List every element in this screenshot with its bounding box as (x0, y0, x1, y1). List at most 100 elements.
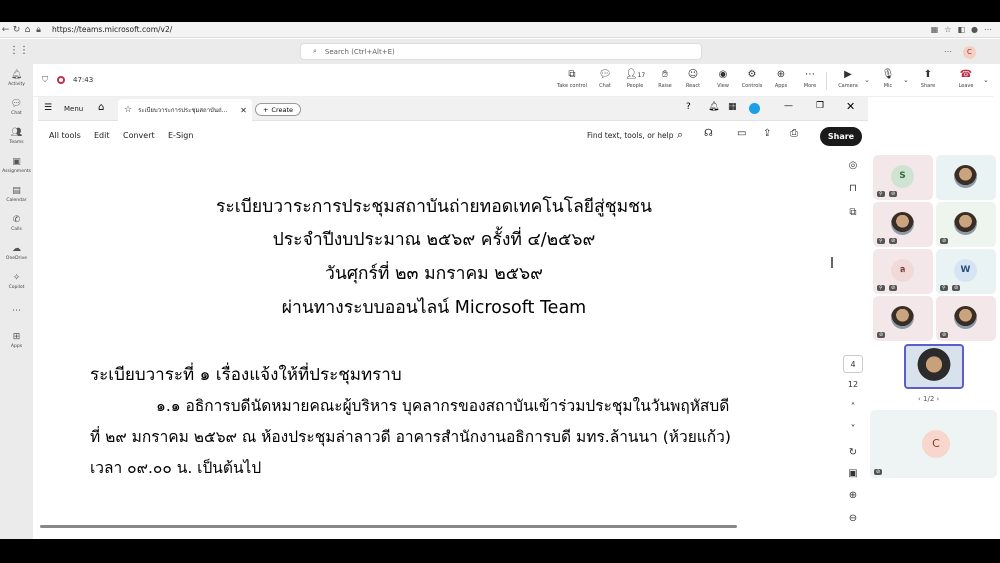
body-line-1: ๑.๑ อธิการบดีนัดหมายคณะผู้บริหาร บุคลากร… (156, 397, 730, 415)
shield-icon: ⛉ (42, 75, 48, 84)
browser-more-icon[interactable]: ⋯ (984, 25, 992, 34)
chevron-left-icon[interactable]: ‹ (918, 395, 921, 403)
favorite-star-icon[interactable]: ☆ (944, 25, 951, 34)
bookmark-icon[interactable]: ⊓ (838, 183, 868, 194)
participant-tile[interactable]: S ⚲ ⊘ (873, 155, 933, 200)
address-bar[interactable]: https://teams.microsoft.com/v2/ (52, 25, 172, 34)
vertical-scrollbar[interactable] (830, 150, 838, 537)
participant-initial: S (891, 165, 914, 188)
convert-menu[interactable]: Convert (123, 131, 155, 140)
participant-tile[interactable]: ⊘ (936, 296, 996, 341)
rail-more[interactable]: ⋯ (0, 306, 33, 318)
hamburger-icon[interactable]: ☰ (44, 103, 52, 113)
rail-activity[interactable]: 🔔︎ Activity (0, 70, 33, 87)
participant-tile[interactable]: W ⚲ ⊘ (936, 249, 996, 294)
rail-teams[interactable]: 👥︎ Teams (0, 128, 33, 145)
upload-icon[interactable]: ⇪ (763, 128, 771, 139)
view-button[interactable]: ◉ View (711, 69, 735, 89)
apps-button[interactable]: ⊕ Apps (770, 69, 792, 89)
minimize-icon[interactable]: — (784, 101, 793, 111)
close-tab-icon[interactable]: ✕ (240, 106, 247, 115)
app-rail: 🔔︎ Activity 💬︎ Chat 👥︎ Teams ▣ Assignments ▤… (0, 64, 33, 539)
chat-button[interactable]: 💬︎ Chat (593, 69, 617, 89)
controls-button[interactable]: ⚙ Controls (737, 69, 767, 89)
rail-apps[interactable]: ⊞ Apps (0, 332, 33, 349)
headphones-icon[interactable]: ☊ (704, 128, 713, 139)
more-icon: ⋯ (12, 306, 21, 316)
refresh-icon[interactable]: ↻ (11, 25, 22, 35)
mic-chevron-icon[interactable]: ⌄ (903, 76, 909, 84)
apps-icon[interactable]: ▦ (931, 25, 939, 34)
share-button[interactable]: Share (820, 127, 862, 146)
participant-tile[interactable] (936, 155, 996, 200)
chevron-right-icon[interactable]: › (937, 395, 940, 403)
scroll-thumb[interactable] (831, 257, 833, 268)
rail-assignments[interactable]: ▣ Assignments (0, 157, 33, 174)
screen-icon: ⧉ (568, 69, 576, 80)
rail-calendar[interactable]: ▤ Calendar (0, 186, 33, 203)
home-icon[interactable]: ⌂ (98, 102, 104, 113)
leave-chevron-icon[interactable]: ⌄ (983, 76, 989, 84)
home-icon[interactable]: ⌂ (22, 25, 33, 35)
save-icon[interactable]: ▭ (737, 128, 746, 139)
apps-grid-icon[interactable]: ▦ (728, 102, 737, 112)
rail-calls[interactable]: ✆ Calls (0, 215, 33, 232)
mic-button[interactable]: 🎙︎ Mic (876, 69, 900, 89)
fit-page-icon[interactable]: ▣ (838, 468, 868, 479)
participant-tile-large[interactable]: C ⊘ (870, 410, 997, 478)
esign-menu[interactable]: E-Sign (168, 131, 193, 140)
all-tools-menu[interactable]: All tools (49, 131, 81, 140)
share-icon: ⬆ (923, 69, 933, 80)
mic-muted-icon: ⊘ (877, 332, 886, 338)
page-number-current[interactable]: 4 (843, 355, 863, 373)
camera-button[interactable]: ▶︎ Camera (833, 69, 863, 89)
raise-hand-button[interactable]: ✋︎ Raise (653, 69, 677, 89)
restore-icon[interactable]: ❐ (816, 101, 824, 111)
participant-tile[interactable]: ⊘ (936, 202, 996, 247)
extensions-icon[interactable]: ◧ (957, 25, 965, 34)
take-control-button[interactable]: ⧉ Take control (553, 69, 591, 89)
star-icon[interactable]: ☆ (124, 105, 132, 115)
chevron-down-icon[interactable]: ˅ (838, 424, 868, 435)
react-button[interactable]: ☺ React (681, 69, 705, 89)
app-launcher-icon[interactable]: ⋮⋮ (9, 45, 29, 56)
search-icon[interactable]: ⌕ (677, 128, 683, 142)
close-window-icon[interactable]: ✕ (846, 100, 855, 113)
notification-bell-icon[interactable]: 🔔︎ (708, 102, 719, 112)
document-tab[interactable]: ☆ ระเบียบวาระการประชุมสถาบันถ่... ✕ (118, 99, 252, 121)
ai-assistant-icon[interactable]: ◎ (838, 160, 868, 171)
people-icon: 👤︎17 (624, 69, 646, 80)
teams-icon: 👥︎ (10, 128, 23, 138)
print-icon[interactable]: ⎙ (790, 128, 798, 139)
chevron-up-icon[interactable]: ˄ (838, 402, 868, 413)
edit-menu[interactable]: Edit (94, 131, 110, 140)
profile-icon[interactable]: ● (971, 25, 978, 34)
user-avatar[interactable]: C (963, 46, 976, 59)
camera-chevron-icon[interactable]: ⌄ (864, 76, 870, 84)
menu-label[interactable]: Menu (64, 105, 83, 113)
teams-more-icon[interactable]: ⋯ (944, 47, 952, 56)
account-avatar-icon[interactable] (749, 103, 760, 114)
rotate-icon[interactable]: ↻ (838, 447, 868, 458)
rail-onedrive[interactable]: ☁ OneDrive (0, 244, 33, 261)
rail-copilot[interactable]: ✧ Copilot (0, 273, 33, 290)
horizontal-scrollbar[interactable] (40, 525, 737, 528)
more-button[interactable]: ⋯ More (798, 69, 822, 89)
leave-button[interactable]: ☎ Leave (953, 69, 979, 89)
rail-chat[interactable]: 💬︎ Chat (0, 99, 33, 116)
participant-tile[interactable]: ล ⚲ ⊘ (873, 249, 933, 294)
participant-tile[interactable]: ⊘ (873, 296, 933, 341)
help-icon[interactable]: ? (686, 102, 691, 112)
share-screen-button[interactable]: ⬆ Share (915, 69, 941, 89)
self-video-preview[interactable] (904, 344, 964, 389)
search-input[interactable]: ⌕ Search (Ctrl+Alt+E) (300, 43, 702, 60)
create-button[interactable]: + Create (255, 103, 301, 116)
participant-tile[interactable]: ⚲ ⊘ (873, 202, 933, 247)
meeting-toolbar: ⛉ 47:43 ⧉ Take control 💬︎ Chat 👤︎17 People … (33, 64, 993, 97)
find-tools-field[interactable]: Find text, tools, or help (587, 131, 673, 140)
pages-icon[interactable]: ⧉ (838, 207, 868, 218)
back-icon[interactable]: ← (0, 25, 11, 35)
people-button[interactable]: 👤︎17 People (621, 69, 649, 89)
zoom-out-icon[interactable]: ⊖ (838, 513, 868, 524)
zoom-in-icon[interactable]: ⊕ (838, 490, 868, 501)
